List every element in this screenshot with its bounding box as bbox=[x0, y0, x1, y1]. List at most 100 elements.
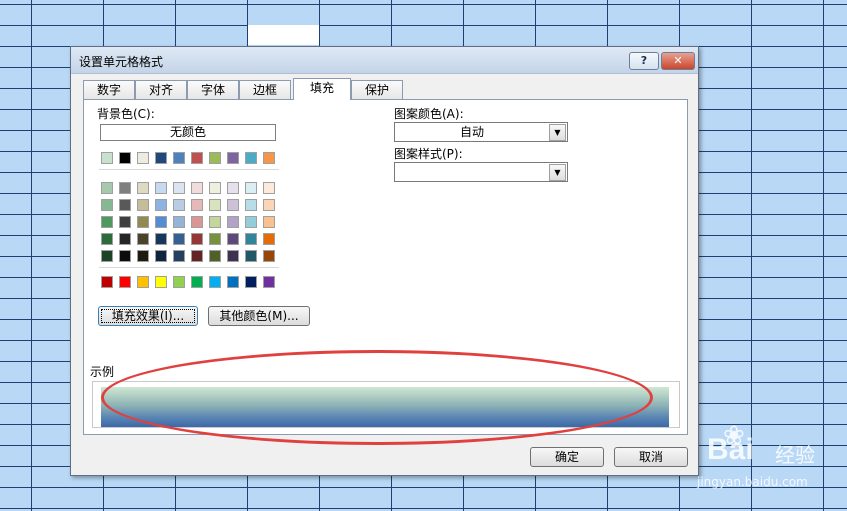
color-swatch[interactable] bbox=[119, 216, 131, 228]
ok-button[interactable]: 确定 bbox=[530, 447, 604, 467]
color-swatch[interactable] bbox=[245, 216, 257, 228]
selected-cell[interactable] bbox=[248, 25, 319, 45]
more-colors-button[interactable]: 其他颜色(M)... bbox=[208, 306, 310, 326]
dropdown-arrow-icon[interactable]: ▼ bbox=[549, 124, 566, 141]
color-swatch[interactable] bbox=[137, 152, 149, 164]
no-color-button[interactable]: 无颜色 bbox=[100, 124, 276, 141]
fill-effects-button[interactable]: 填充效果(I)... bbox=[98, 306, 198, 326]
color-swatch[interactable] bbox=[119, 199, 131, 211]
color-swatch[interactable] bbox=[155, 216, 167, 228]
color-swatch[interactable] bbox=[191, 152, 203, 164]
color-swatch[interactable] bbox=[173, 182, 185, 194]
color-swatch[interactable] bbox=[119, 233, 131, 245]
close-button[interactable]: ✕ bbox=[661, 52, 695, 70]
pattern-color-select[interactable]: 自动 ▼ bbox=[394, 122, 568, 142]
watermark-jingyan: 经验 bbox=[775, 443, 815, 467]
color-swatch[interactable] bbox=[209, 199, 221, 211]
color-swatch[interactable] bbox=[245, 250, 257, 262]
color-swatch[interactable] bbox=[263, 233, 275, 245]
color-swatch[interactable] bbox=[173, 250, 185, 262]
pattern-color-value: 自动 bbox=[459, 125, 484, 139]
color-swatch[interactable] bbox=[209, 152, 221, 164]
color-swatch[interactable] bbox=[119, 182, 131, 194]
help-button[interactable]: ? bbox=[629, 52, 659, 70]
fill-panel: 背景色(C): 无颜色 填充效果(I)... 其他颜色(M)... 图案颜色(A… bbox=[83, 99, 688, 435]
color-swatch[interactable] bbox=[245, 233, 257, 245]
palette-divider bbox=[99, 169, 279, 170]
color-swatch[interactable] bbox=[209, 250, 221, 262]
color-swatch[interactable] bbox=[155, 199, 167, 211]
paw-icon: ❀ bbox=[723, 421, 745, 451]
color-swatch[interactable] bbox=[155, 250, 167, 262]
color-swatch[interactable] bbox=[227, 216, 239, 228]
color-swatch[interactable] bbox=[209, 233, 221, 245]
color-swatch[interactable] bbox=[137, 199, 149, 211]
color-swatch[interactable] bbox=[101, 276, 113, 288]
color-swatch[interactable] bbox=[173, 199, 185, 211]
color-swatch[interactable] bbox=[137, 233, 149, 245]
color-swatch[interactable] bbox=[119, 276, 131, 288]
color-swatch[interactable] bbox=[209, 276, 221, 288]
dialog-title: 设置单元格格式 bbox=[79, 55, 164, 69]
pattern-style-select[interactable]: ▼ bbox=[394, 162, 568, 182]
color-swatch[interactable] bbox=[191, 276, 203, 288]
color-swatch[interactable] bbox=[227, 233, 239, 245]
color-swatch[interactable] bbox=[101, 152, 113, 164]
color-swatch[interactable] bbox=[173, 233, 185, 245]
color-swatch[interactable] bbox=[137, 182, 149, 194]
tab-fill[interactable]: 填充 bbox=[293, 78, 351, 100]
color-swatch[interactable] bbox=[245, 182, 257, 194]
color-swatch[interactable] bbox=[263, 216, 275, 228]
dropdown-arrow-icon[interactable]: ▼ bbox=[549, 164, 566, 181]
color-swatch[interactable] bbox=[101, 250, 113, 262]
color-swatch[interactable] bbox=[227, 250, 239, 262]
color-swatch[interactable] bbox=[137, 216, 149, 228]
color-swatch[interactable] bbox=[245, 276, 257, 288]
pattern-color-label: 图案颜色(A): bbox=[394, 107, 464, 121]
color-swatch[interactable] bbox=[155, 276, 167, 288]
dialog-titlebar[interactable]: 设置单元格格式 ? ✕ bbox=[71, 47, 698, 74]
color-swatch[interactable] bbox=[173, 216, 185, 228]
color-swatch[interactable] bbox=[227, 152, 239, 164]
color-swatch[interactable] bbox=[101, 182, 113, 194]
color-swatch[interactable] bbox=[173, 276, 185, 288]
color-swatch[interactable] bbox=[155, 182, 167, 194]
palette-divider bbox=[99, 267, 279, 268]
sample-label: 示例 bbox=[90, 365, 115, 379]
color-swatch[interactable] bbox=[227, 182, 239, 194]
color-swatch[interactable] bbox=[119, 250, 131, 262]
color-swatch[interactable] bbox=[101, 216, 113, 228]
color-swatch[interactable] bbox=[209, 182, 221, 194]
color-swatch[interactable] bbox=[191, 233, 203, 245]
color-swatch[interactable] bbox=[191, 250, 203, 262]
color-swatch[interactable] bbox=[155, 233, 167, 245]
color-swatch[interactable] bbox=[191, 199, 203, 211]
color-swatch[interactable] bbox=[101, 233, 113, 245]
cancel-button[interactable]: 取消 bbox=[614, 447, 688, 467]
color-swatch[interactable] bbox=[263, 250, 275, 262]
color-swatch[interactable] bbox=[173, 152, 185, 164]
color-swatch[interactable] bbox=[263, 182, 275, 194]
color-swatch[interactable] bbox=[191, 182, 203, 194]
color-swatch[interactable] bbox=[227, 276, 239, 288]
color-swatch[interactable] bbox=[227, 199, 239, 211]
tab-protection[interactable]: 保护 bbox=[351, 80, 403, 99]
color-swatch[interactable] bbox=[263, 276, 275, 288]
tab-number[interactable]: 数字 bbox=[83, 80, 135, 99]
color-swatch[interactable] bbox=[209, 216, 221, 228]
color-swatch[interactable] bbox=[263, 199, 275, 211]
tab-font[interactable]: 字体 bbox=[187, 80, 239, 99]
color-swatch[interactable] bbox=[137, 250, 149, 262]
tab-alignment[interactable]: 对齐 bbox=[135, 80, 187, 99]
color-swatch[interactable] bbox=[155, 152, 167, 164]
color-swatch[interactable] bbox=[245, 199, 257, 211]
tab-border[interactable]: 边框 bbox=[239, 80, 291, 99]
pattern-style-label: 图案样式(P): bbox=[394, 147, 463, 161]
color-swatch[interactable] bbox=[101, 199, 113, 211]
color-swatch[interactable] bbox=[191, 216, 203, 228]
color-swatch[interactable] bbox=[245, 152, 257, 164]
color-swatch[interactable] bbox=[137, 276, 149, 288]
color-swatch[interactable] bbox=[119, 152, 131, 164]
color-swatch[interactable] bbox=[263, 152, 275, 164]
gradient-sample bbox=[101, 387, 669, 427]
